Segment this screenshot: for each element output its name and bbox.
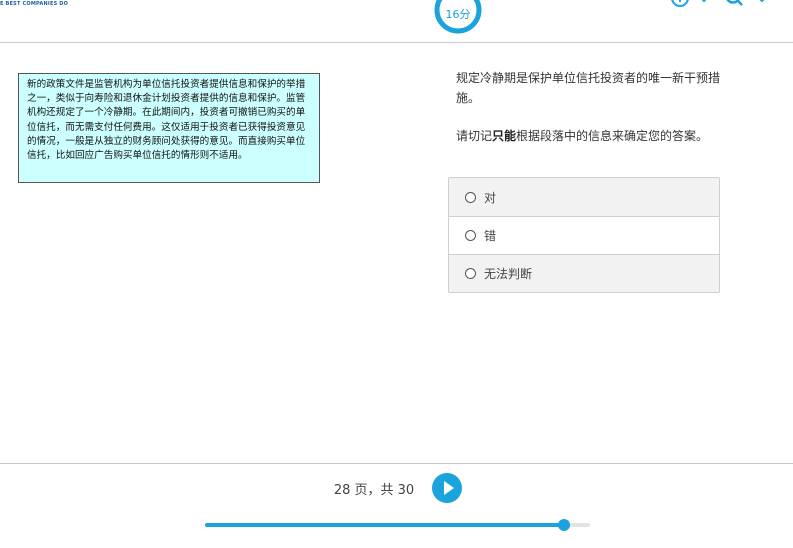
option-false[interactable]: 错 <box>449 216 719 254</box>
question-instruction: 请切记只能根据段落中的信息来确定您的答案。 <box>456 127 720 147</box>
option-label: 无法判断 <box>484 267 533 281</box>
page-indicator: 28 页，共 30 <box>333 483 415 498</box>
option-label: 错 <box>484 229 497 243</box>
instruction-emphasis: 只能 <box>492 129 517 143</box>
answer-options: 对 错 无法判断 <box>448 177 720 293</box>
question-statement: 规定冷静期是保护单位信托投资者的唯一新干预措施。 <box>456 71 721 105</box>
instruction-suffix: 根据段落中的信息来确定您的答案。 <box>516 129 709 143</box>
progress-fill <box>205 523 565 527</box>
instruction-prefix: 请切记 <box>456 129 493 143</box>
logo-tagline: E BEST COMPANIES DO <box>0 1 69 7</box>
radio-button[interactable] <box>465 268 476 279</box>
timer-label: 16分 <box>445 8 471 21</box>
chevron-down-icon[interactable] <box>697 0 711 8</box>
progress-handle[interactable] <box>558 519 571 531</box>
timer: 16分 <box>434 0 482 34</box>
play-arrow-icon <box>444 481 454 495</box>
search-icon[interactable] <box>725 0 745 8</box>
info-icon[interactable] <box>671 0 689 8</box>
chevron-down-icon[interactable] <box>755 0 769 8</box>
passage-text: 新的政策文件是监管机构为单位信托投资者提供信息和保护的举措之一，类似于向寿险和退… <box>18 73 320 183</box>
option-true[interactable]: 对 <box>449 178 719 216</box>
option-label: 对 <box>484 190 497 205</box>
option-cannot-say[interactable]: 无法判断 <box>449 254 719 292</box>
radio-button[interactable] <box>465 191 476 203</box>
footer-bar: 28 页，共 30 <box>0 463 793 548</box>
radio-button[interactable] <box>465 230 476 241</box>
next-button[interactable] <box>432 473 462 503</box>
header-bar: E BEST COMPANIES DO 16分 <box>0 0 793 43</box>
progress-bar[interactable] <box>205 519 590 531</box>
